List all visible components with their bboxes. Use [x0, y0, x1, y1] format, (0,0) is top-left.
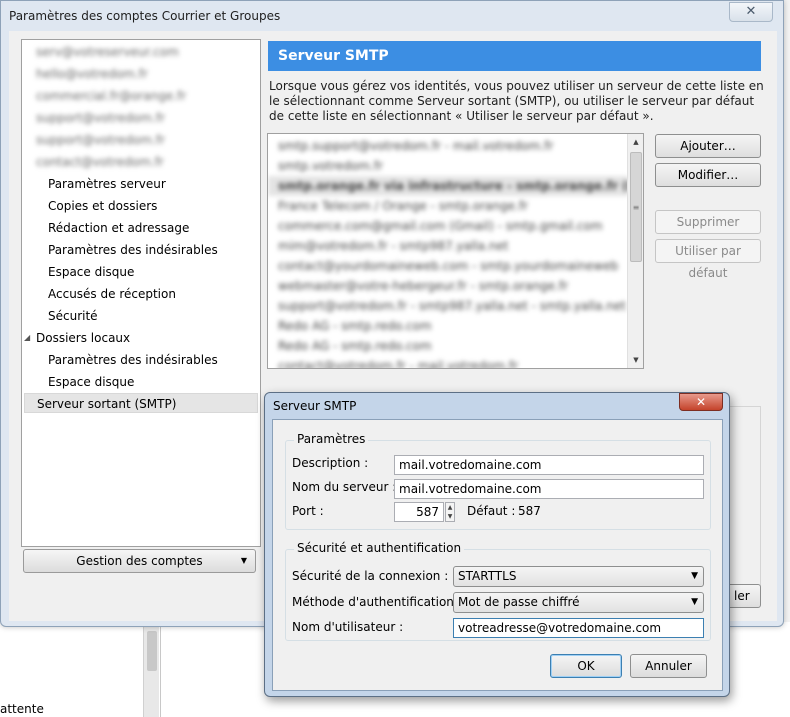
- list-item[interactable]: mim@votredom.fr - smtp987.yalla.net: [268, 236, 628, 256]
- tree-account[interactable]: serv@votreserveur.com: [22, 42, 179, 62]
- dialog-title: Serveur SMTP: [273, 399, 357, 413]
- smtp-server-list[interactable]: smtp.support@votredom.fr - mail.votredom…: [267, 133, 644, 369]
- list-item[interactable]: Redo AG - smtp.redo.com: [268, 316, 628, 336]
- tree-account[interactable]: support@votredom.fr: [22, 108, 165, 128]
- cancel-button[interactable]: Annuler: [630, 654, 707, 678]
- select-value: STARTTLS: [458, 569, 517, 583]
- scroll-up-icon[interactable]: ▲: [628, 134, 643, 150]
- smtp-server-dialog: Serveur SMTP ✕ Paramètres Description : …: [264, 392, 730, 697]
- group-title: Paramètres: [294, 432, 369, 446]
- connection-security-label: Sécurité de la connexion :: [292, 569, 449, 583]
- partial-button[interactable]: ler: [725, 584, 761, 608]
- list-item[interactable]: Redo AG - smtp.redo.com: [268, 336, 628, 356]
- background-status-text: attente: [0, 702, 44, 716]
- port-field[interactable]: 587: [394, 502, 444, 522]
- tree-item-composition[interactable]: Rédaction et adressage: [22, 218, 189, 238]
- group-title: Sécurité et authentification: [294, 541, 465, 555]
- description-label: Description :: [292, 456, 369, 470]
- ok-button[interactable]: OK: [550, 654, 622, 678]
- list-item-selected[interactable]: smtp.orange.fr via infrastructure - smtp…: [268, 176, 643, 196]
- delete-button[interactable]: Supprimer: [655, 210, 761, 234]
- background-divider: [160, 625, 161, 717]
- description-field[interactable]: mail.votredomaine.com: [394, 455, 704, 475]
- tree-item-disk-space[interactable]: Espace disque: [22, 262, 134, 282]
- scroll-thumb[interactable]: [147, 631, 157, 671]
- default-port-value: 587: [518, 504, 541, 518]
- account-tree[interactable]: serv@votreserveur.com hello@votredom.fr …: [21, 39, 261, 547]
- list-item[interactable]: support@votredom.fr - smtp987.yalla.net …: [268, 296, 628, 316]
- port-stepper[interactable]: ▲ ▼: [445, 502, 455, 522]
- panel-description: Lorsque vous gérez vos identités, vous p…: [269, 79, 764, 123]
- tree-item-copies-folders[interactable]: Copies et dossiers: [22, 196, 157, 216]
- list-item[interactable]: webmaster@votre-hebergeur.fr - smtp.oran…: [268, 276, 628, 296]
- port-label: Port :: [292, 504, 324, 518]
- tree-item-receipts[interactable]: Accusés de réception: [22, 284, 176, 304]
- dropdown-arrow-icon: ▼: [691, 597, 698, 607]
- add-button[interactable]: Ajouter…: [655, 134, 761, 158]
- username-field[interactable]: votreadresse@votredomaine.com: [453, 618, 704, 638]
- collapse-triangle-icon[interactable]: ◢: [24, 328, 30, 348]
- window-title: Paramètres des comptes Courrier et Group…: [9, 9, 281, 23]
- dialog-close-icon[interactable]: ✕: [679, 393, 723, 411]
- dropdown-arrow-icon: ▼: [691, 571, 698, 581]
- account-actions-button[interactable]: Gestion des comptes ▼: [23, 549, 256, 573]
- tree-item-server-settings[interactable]: Paramètres serveur: [22, 174, 166, 194]
- list-item[interactable]: contact@yourdomaineweb.com - smtp.yourdo…: [268, 256, 628, 276]
- panel-title: Serveur SMTP: [268, 41, 761, 71]
- list-item[interactable]: commerce.com@gmail.com (Gmail) - smtp.gm…: [268, 216, 628, 236]
- list-scrollbar[interactable]: ▲ ≡ ▼: [627, 134, 643, 368]
- tree-item-security[interactable]: Sécurité: [22, 306, 98, 326]
- edit-button[interactable]: Modifier…: [655, 163, 761, 187]
- list-item[interactable]: contact@votredom.fr - mail.votredom.fr: [268, 356, 628, 368]
- tree-item-smtp[interactable]: Serveur sortant (SMTP): [24, 393, 258, 413]
- tree-account[interactable]: hello@votredom.fr: [22, 64, 148, 84]
- auth-method-select[interactable]: Mot de passe chiffré ▼: [453, 592, 704, 613]
- dialog-body: Paramètres Description : mail.votredomai…: [272, 419, 723, 691]
- set-default-button[interactable]: Utiliser par défaut: [655, 239, 761, 280]
- dropdown-arrow-icon: ▼: [240, 556, 247, 565]
- connection-security-select[interactable]: STARTTLS ▼: [453, 566, 704, 587]
- select-value: Mot de passe chiffré: [458, 595, 580, 609]
- tree-item-local-disk[interactable]: Espace disque: [22, 372, 134, 392]
- tree-account[interactable]: support@votredom.fr: [22, 130, 165, 150]
- list-item[interactable]: smtp.support@votredom.fr - mail.votredom…: [268, 136, 628, 156]
- tree-item-label: Dossiers locaux: [36, 331, 131, 345]
- default-port-label: Défaut :: [467, 504, 516, 518]
- list-item[interactable]: smtp.votredom.fr: [268, 156, 628, 176]
- account-actions-label: Gestion des comptes: [76, 554, 203, 568]
- tree-item-local-junk[interactable]: Paramètres des indésirables: [22, 350, 218, 370]
- scroll-thumb[interactable]: ≡: [630, 152, 642, 262]
- scroll-down-icon[interactable]: ▼: [628, 352, 643, 368]
- list-item[interactable]: France Telecom / Orange - smtp.orange.fr: [268, 196, 628, 216]
- tree-item-junk-settings[interactable]: Paramètres des indésirables: [22, 240, 218, 260]
- tree-account[interactable]: commercial.fr@orange.fr: [22, 86, 186, 106]
- server-name-field[interactable]: mail.votredomaine.com: [394, 479, 704, 499]
- tree-item-local-folders[interactable]: ◢ Dossiers locaux: [22, 328, 130, 348]
- tree-account[interactable]: contact@votredom.fr: [22, 152, 164, 172]
- window-close-icon[interactable]: ✕: [729, 2, 773, 22]
- background-scrollbar[interactable]: [143, 625, 159, 717]
- auth-method-label: Méthode d'authentification :: [292, 595, 462, 609]
- server-name-label: Nom du serveur :: [292, 480, 397, 494]
- username-label: Nom d'utilisateur :: [292, 620, 404, 634]
